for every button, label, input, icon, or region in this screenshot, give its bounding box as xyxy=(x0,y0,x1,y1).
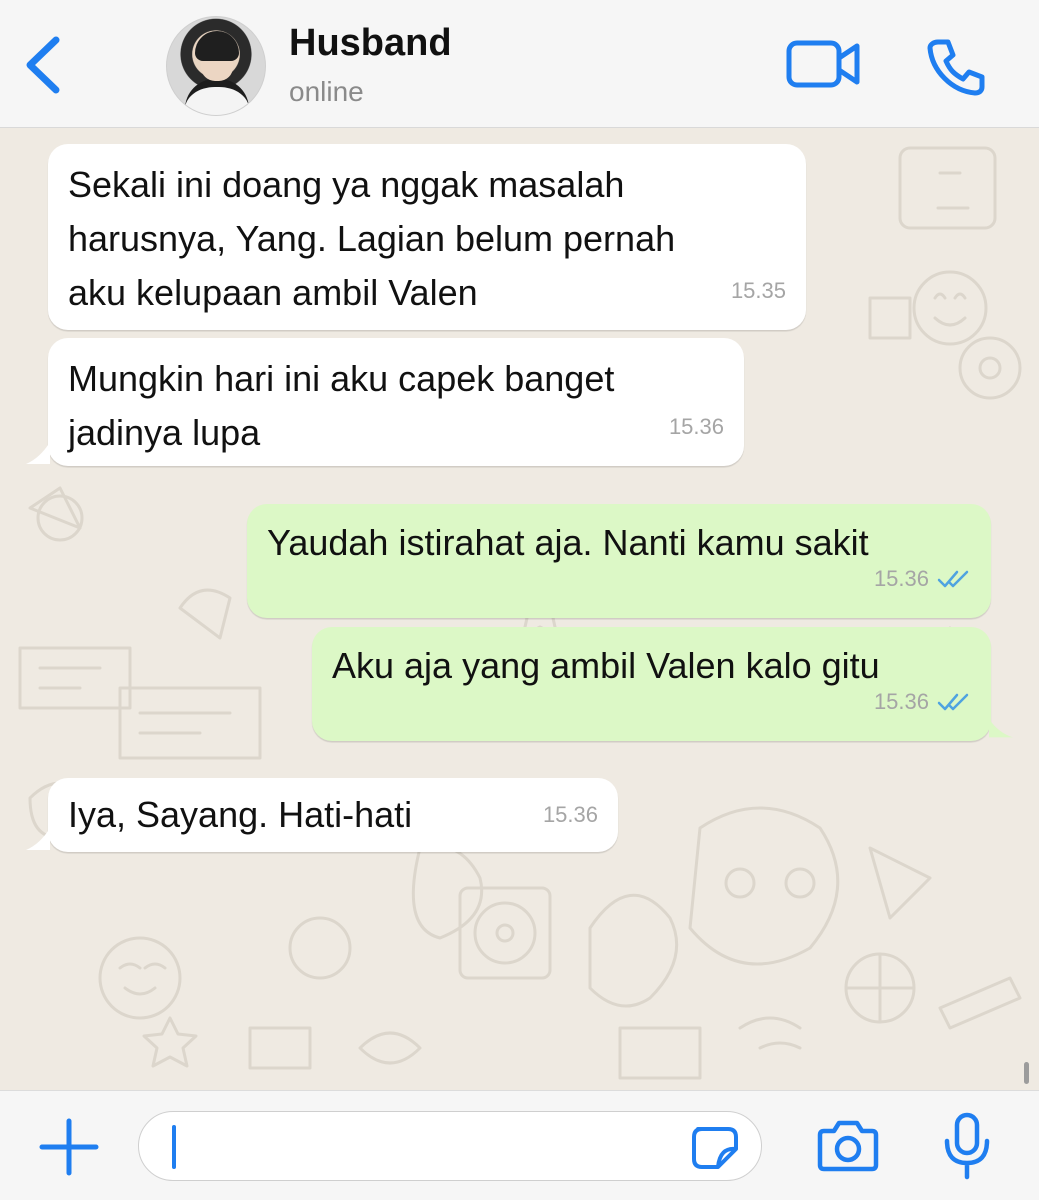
phone-icon xyxy=(927,39,985,96)
contact-avatar[interactable] xyxy=(166,16,266,116)
message-time: 15.35 xyxy=(730,278,786,303)
message-time: 15.36 xyxy=(542,802,598,827)
chevron-left-icon xyxy=(26,36,60,94)
message-bubble-outgoing[interactable]: Aku aja yang ambil Valen kalo gitu 15.36 xyxy=(312,627,991,741)
double-check-icon xyxy=(937,693,969,711)
sticker-icon xyxy=(692,1127,738,1169)
message-text: Yaudah istirahat aja. Nanti kamu sakit xyxy=(267,522,869,563)
message-meta: 15.36 xyxy=(874,552,971,606)
contact-status: online xyxy=(289,76,364,107)
message-bubble-incoming[interactable]: Mungkin hari ini aku capek banget jadiny… xyxy=(48,338,744,466)
message-meta: 15.35 xyxy=(731,264,786,318)
plus-icon xyxy=(39,1118,99,1176)
microphone-button[interactable] xyxy=(940,1111,994,1181)
attach-button[interactable] xyxy=(38,1117,100,1177)
microphone-icon xyxy=(944,1112,990,1180)
bubble-tail xyxy=(26,828,50,850)
message-bubble-incoming[interactable]: Sekali ini doang ya nggak masalah harusn… xyxy=(48,144,806,330)
contact-name[interactable]: Husband xyxy=(289,22,452,65)
message-meta: 15.36 xyxy=(543,788,598,842)
message-text: Mungkin hari ini aku capek banget jadiny… xyxy=(68,358,615,453)
camera-button[interactable] xyxy=(816,1117,880,1173)
message-bubble-incoming[interactable]: Iya, Sayang. Hati-hati 15.36 xyxy=(48,778,618,852)
scroll-indicator[interactable] xyxy=(1024,1062,1029,1084)
message-time: 15.36 xyxy=(873,689,929,714)
bubble-tail xyxy=(989,718,1013,738)
message-input[interactable] xyxy=(138,1111,762,1181)
text-caret xyxy=(172,1125,176,1169)
message-bubble-outgoing[interactable]: Yaudah istirahat aja. Nanti kamu sakit 1… xyxy=(247,504,991,618)
video-call-button[interactable] xyxy=(784,34,862,94)
back-button[interactable] xyxy=(18,30,70,100)
sticker-button[interactable] xyxy=(690,1125,742,1169)
message-time: 15.36 xyxy=(668,414,724,439)
message-text: Iya, Sayang. Hati-hati xyxy=(68,794,413,835)
voice-call-button[interactable] xyxy=(924,36,986,96)
chat-header: Husband online xyxy=(0,0,1039,128)
message-list[interactable]: Sekali ini doang ya nggak masalah harusn… xyxy=(0,128,1039,1090)
message-time: 15.36 xyxy=(873,566,929,591)
message-meta: 15.36 xyxy=(874,675,971,729)
message-text: Sekali ini doang ya nggak masalah harusn… xyxy=(68,164,676,313)
camera-icon xyxy=(817,1120,879,1172)
video-camera-icon xyxy=(786,40,860,88)
bubble-tail xyxy=(26,442,50,464)
message-meta: 15.36 xyxy=(669,400,724,454)
composer-bar xyxy=(0,1090,1039,1200)
double-check-icon xyxy=(937,570,969,588)
